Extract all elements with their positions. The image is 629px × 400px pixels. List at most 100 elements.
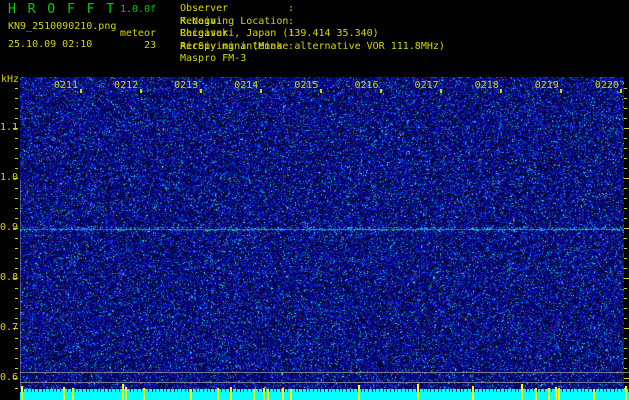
freq-minor-tick-right bbox=[624, 368, 627, 369]
freq-major-tick-left bbox=[13, 128, 18, 129]
info-label: Receiver bbox=[180, 28, 288, 41]
freq-major-tick-right bbox=[624, 378, 629, 379]
freq-minor-tick-right bbox=[624, 258, 627, 259]
signal-spike-mark bbox=[72, 388, 74, 400]
station-info-row: Receiving Location: Chigasaki, Japan (139… bbox=[180, 16, 445, 29]
freq-axis-unit-label: kHz bbox=[1, 74, 19, 85]
signal-spike-mark bbox=[558, 388, 560, 400]
time-tick-label: 0218 bbox=[472, 80, 502, 91]
meteor-count-value: 23 bbox=[112, 40, 156, 51]
spectrogram-noise-plot bbox=[20, 77, 624, 389]
freq-major-tick-right bbox=[624, 228, 629, 229]
freq-minor-tick-left bbox=[15, 258, 18, 259]
freq-major-tick-left bbox=[13, 228, 18, 229]
freq-minor-tick-right bbox=[624, 148, 627, 149]
freq-tick-label: 1.0 bbox=[0, 172, 13, 183]
freq-tick-label: 0.8 bbox=[0, 272, 13, 283]
freq-tick-label: 1.1 bbox=[0, 122, 13, 133]
freq-minor-tick-right bbox=[624, 208, 627, 209]
info-colon: : bbox=[288, 28, 300, 41]
freq-tick-label: 0.9 bbox=[0, 222, 13, 233]
freq-minor-tick-left bbox=[15, 148, 18, 149]
signal-spike-mark bbox=[472, 386, 474, 400]
signal-spike-mark bbox=[63, 387, 65, 400]
freq-minor-tick-left bbox=[15, 188, 18, 189]
time-tick-label: 0213 bbox=[171, 80, 201, 91]
freq-minor-tick-left bbox=[15, 248, 18, 249]
info-colon: : bbox=[288, 3, 300, 16]
info-label: Receiving Location bbox=[180, 16, 288, 29]
freq-minor-tick-left bbox=[15, 138, 18, 139]
hrofft-window: H R O F F T 1.0.0f KN9_2510090210.png 25… bbox=[0, 0, 629, 400]
signal-spike-mark bbox=[267, 389, 269, 400]
signal-spike-mark bbox=[122, 384, 124, 400]
freq-major-tick-left bbox=[13, 278, 18, 279]
freq-minor-tick-left bbox=[15, 298, 18, 299]
freq-minor-tick-left bbox=[15, 218, 18, 219]
signal-spike-mark bbox=[217, 388, 219, 400]
freq-minor-tick-right bbox=[624, 158, 627, 159]
freq-minor-tick-left bbox=[15, 368, 18, 369]
freq-minor-tick-left bbox=[15, 238, 18, 239]
freq-minor-tick-right bbox=[624, 98, 627, 99]
app-version: 1.0.0f bbox=[120, 4, 156, 15]
freq-minor-tick-left bbox=[15, 288, 18, 289]
info-label: Observer bbox=[180, 3, 288, 16]
signal-spike-mark bbox=[548, 388, 550, 400]
station-info-row: Observer: K.Nagai bbox=[180, 3, 445, 16]
freq-minor-tick-right bbox=[624, 318, 627, 319]
freq-minor-tick-left bbox=[15, 358, 18, 359]
time-tick-label: 0216 bbox=[352, 80, 382, 91]
freq-minor-tick-right bbox=[624, 198, 627, 199]
freq-minor-tick-left bbox=[15, 338, 18, 339]
minute-tick-mark bbox=[560, 89, 562, 93]
freq-minor-tick-right bbox=[624, 298, 627, 299]
signal-gridline-upper bbox=[20, 372, 629, 373]
time-tick-label: 0211 bbox=[51, 80, 81, 91]
time-tick-label: 0219 bbox=[532, 80, 562, 91]
output-filename: KN9_2510090210.png bbox=[8, 21, 116, 32]
carrier-trace-line bbox=[20, 229, 624, 230]
freq-minor-tick-right bbox=[624, 88, 627, 89]
signal-spike-mark bbox=[290, 389, 292, 400]
freq-major-tick-left bbox=[13, 328, 18, 329]
freq-minor-tick-right bbox=[624, 238, 627, 239]
freq-minor-tick-right bbox=[624, 168, 627, 169]
freq-minor-tick-right bbox=[624, 338, 627, 339]
signal-spike-mark bbox=[521, 384, 523, 400]
freq-minor-tick-right bbox=[624, 118, 627, 119]
info-value: Maspro FM-3 bbox=[180, 53, 445, 66]
freq-minor-tick-left bbox=[15, 388, 18, 389]
freq-major-tick-right bbox=[624, 328, 629, 329]
signal-level-band bbox=[20, 389, 629, 400]
freq-tick-label: 0.6 bbox=[0, 372, 13, 383]
signal-spike-mark bbox=[555, 387, 557, 400]
freq-minor-tick-right bbox=[624, 288, 627, 289]
minute-tick-mark bbox=[200, 89, 202, 93]
signal-band-ragged-edge bbox=[20, 389, 629, 392]
freq-major-tick-right bbox=[624, 128, 629, 129]
freq-minor-tick-left bbox=[15, 168, 18, 169]
minute-tick-mark bbox=[320, 89, 322, 93]
minute-tick-mark bbox=[380, 89, 382, 93]
freq-major-tick-right bbox=[624, 178, 629, 179]
time-tick-label: 0215 bbox=[291, 80, 321, 91]
freq-minor-tick-left bbox=[15, 348, 18, 349]
freq-tick-label: 0.7 bbox=[0, 322, 13, 333]
info-label: Receiving antenna bbox=[180, 41, 288, 54]
freq-minor-tick-left bbox=[15, 268, 18, 269]
freq-minor-tick-left bbox=[15, 158, 18, 159]
signal-spike-mark bbox=[125, 387, 127, 400]
signal-spike-mark bbox=[358, 385, 360, 400]
app-title: H R O F F T bbox=[8, 2, 116, 17]
freq-minor-tick-left bbox=[15, 118, 18, 119]
signal-spike-mark bbox=[282, 388, 284, 400]
freq-minor-tick-left bbox=[15, 318, 18, 319]
freq-major-tick-left bbox=[13, 378, 18, 379]
freq-major-tick-right bbox=[624, 278, 629, 279]
info-colon: : bbox=[288, 41, 300, 54]
signal-spike-mark bbox=[253, 389, 255, 400]
minute-tick-mark bbox=[260, 89, 262, 93]
observation-datetime: 25.10.09 02:10 bbox=[8, 39, 92, 50]
signal-spike-mark bbox=[625, 386, 627, 400]
